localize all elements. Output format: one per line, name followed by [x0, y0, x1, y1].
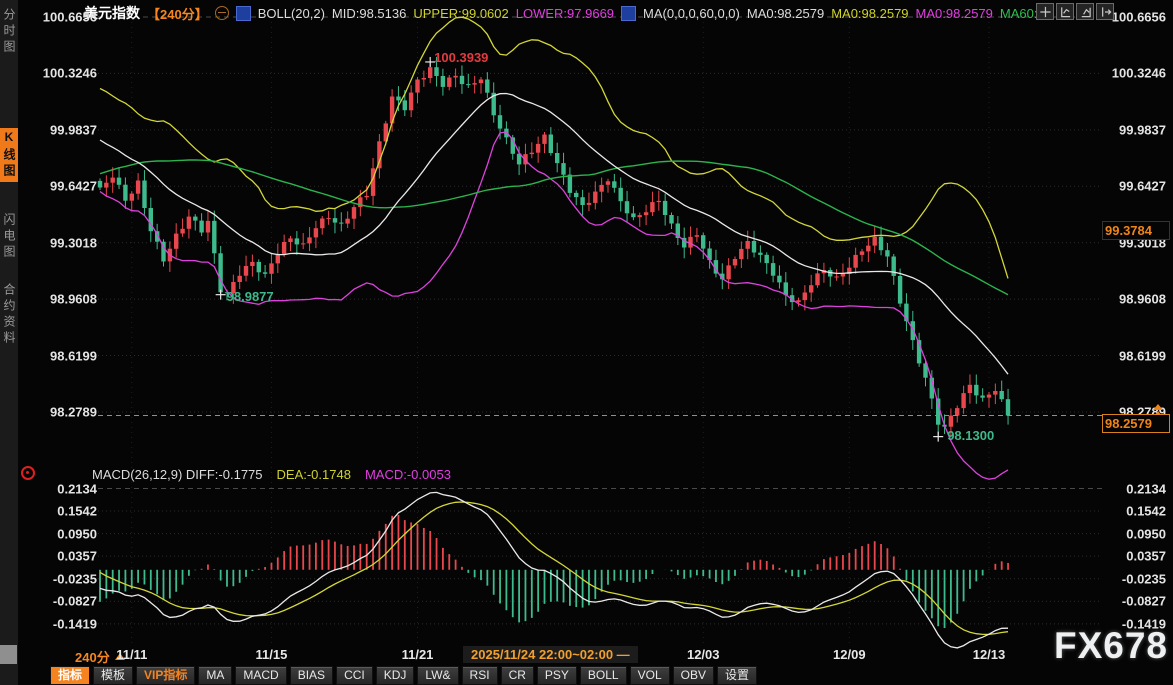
boll-upper-value: UPPER:99.0602 [413, 6, 508, 21]
indicator-toolbar: 指标模板VIP指标MAMACDBIASCCIKDJLW&RSICRPSYBOLL… [50, 666, 757, 685]
toolbar-button-VOL[interactable]: VOL [630, 666, 670, 685]
ma-value-1: MA0:98.2579 [747, 6, 824, 21]
indicator-value-badge: 99.3784 [1102, 221, 1170, 240]
x-axis-date: 12/09 [833, 647, 866, 662]
axis-label: 98.6199 [27, 348, 97, 363]
axis-label: 0.0950 [1096, 526, 1166, 541]
toolbar-button-OBV[interactable]: OBV [673, 666, 714, 685]
axis-label: 0.0357 [1096, 549, 1166, 564]
boll-name: BOLL(20,2) [258, 6, 325, 21]
axis-label: -0.1419 [27, 616, 97, 631]
toolbar-button-VIP指标[interactable]: VIP指标 [136, 666, 195, 685]
chart-toolbar-icons [1036, 3, 1114, 20]
toolbar-button-BOLL[interactable]: BOLL [580, 666, 627, 685]
macd-dea-value: DEA:-0.1748 [277, 467, 351, 482]
period-tag[interactable]: 【240分】 [147, 4, 208, 23]
macd-macd-value: MACD:-0.0053 [365, 467, 451, 482]
toolbar-button-MACD[interactable]: MACD [235, 666, 286, 685]
low-price-label-right: 98.1300 [947, 428, 994, 443]
pan-right-icon[interactable] [1096, 3, 1114, 20]
sidebar: 分时图 K线图闪电图合约资料 [0, 0, 18, 685]
x-axis-date: 11/21 [402, 647, 434, 662]
sidebar-scroll-thumb[interactable] [0, 645, 17, 664]
axis-label: 0.0950 [27, 526, 97, 541]
boll-mid-value: MID:98.5136 [332, 6, 406, 21]
axis-label: -0.1419 [1096, 616, 1166, 631]
boll-lower-value: LOWER:97.9669 [516, 6, 614, 21]
axis-label: 99.6427 [1096, 179, 1166, 194]
toolbar-button-MA[interactable]: MA [198, 666, 232, 685]
axis-label: 99.6427 [27, 179, 97, 194]
axis-label: 98.9608 [1096, 292, 1166, 307]
axis-label: 99.9837 [1096, 122, 1166, 137]
toolbar-button-CCI[interactable]: CCI [336, 666, 373, 685]
axis-scale-right-icon[interactable] [1076, 3, 1094, 20]
current-price-badge: 98.2579 [1102, 414, 1170, 433]
x-axis-date: 12/13 [973, 647, 1006, 662]
x-axis-date: 11/11 [116, 647, 147, 662]
sidebar-tab-4[interactable]: 合约资料 [0, 281, 18, 349]
axis-label: 0.1542 [27, 504, 97, 519]
toolbar-button-CR[interactable]: CR [501, 666, 534, 685]
crosshair-date-label: 2025/11/24 22:00~02:00 — [463, 646, 638, 663]
axis-label: 0.2134 [27, 481, 97, 496]
toolbar-button-PSY[interactable]: PSY [537, 666, 577, 685]
axis-label: 100.3246 [27, 66, 97, 81]
ma-values: MA0:98.2579MA0:98.2579MA0:98.2579MA60:9 [747, 6, 1045, 21]
candlestick-chart[interactable] [0, 0, 1173, 685]
macd-live-icon [21, 466, 35, 480]
macd-main-value: MACD(26,12,9) DIFF:-0.1775 [92, 467, 263, 482]
axis-label: -0.0827 [1096, 594, 1166, 609]
axis-label: 100.3246 [1096, 66, 1166, 81]
ma-indicator-icon[interactable] [621, 6, 636, 21]
sidebar-tab-1[interactable]: 分时图 [0, 6, 18, 58]
x-axis-date: 12/03 [687, 647, 720, 662]
toolbar-button-KDJ[interactable]: KDJ [376, 666, 415, 685]
axis-label: -0.0235 [27, 571, 97, 586]
axis-label: 98.9608 [27, 292, 97, 307]
axis-label: 98.6199 [1096, 348, 1166, 363]
toolbar-button-BIAS[interactable]: BIAS [290, 666, 333, 685]
x-axis-date: 11/15 [256, 647, 288, 662]
axis-label: 99.9837 [27, 122, 97, 137]
axis-label: 0.2134 [1096, 481, 1166, 496]
boll-indicator-icon[interactable] [236, 6, 251, 21]
time-axis: 240分 2025/11/24 22:00~02:00 — 11/1111/15… [18, 646, 1173, 665]
axis-label: 98.2789 [27, 404, 97, 419]
toolbar-button-指标[interactable]: 指标 [50, 666, 90, 685]
ma-value-3: MA0:98.2579 [916, 6, 993, 21]
axis-label: -0.0235 [1096, 571, 1166, 586]
low-price-label-left: 98.9877 [227, 289, 274, 304]
axis-label: 99.3018 [27, 235, 97, 250]
axis-label: 100.6656 [27, 10, 97, 25]
chart-header: 美元指数 【240分】 BOLL(20,2) MID:98.5136 UPPER… [84, 3, 1045, 23]
trading-app-window: 分时图 K线图闪电图合约资料 美元指数 【240分】 BOLL(20,2) MID… [0, 0, 1173, 685]
toolbar-button-LW&[interactable]: LW& [417, 666, 458, 685]
ma-value-2: MA0:98.2579 [831, 6, 908, 21]
toolbar-button-模板[interactable]: 模板 [93, 666, 133, 685]
crosshair-move-icon[interactable] [1036, 3, 1054, 20]
toolbar-button-RSI[interactable]: RSI [462, 666, 498, 685]
collapse-indicator-icon[interactable] [215, 6, 229, 20]
high-price-label: 100.3939 [434, 50, 488, 65]
price-scale-arrows-icon[interactable] [1153, 404, 1163, 415]
axis-scale-left-icon[interactable] [1056, 3, 1074, 20]
sidebar-tab-3[interactable]: 闪电图 [0, 211, 18, 263]
sidebar-tab-2[interactable]: K线图 [0, 128, 18, 182]
toolbar-button-设置[interactable]: 设置 [717, 666, 757, 685]
ma-name: MA(0,0,0,60,0,0) [643, 6, 740, 21]
macd-header: MACD(26,12,9) DIFF:-0.1775 DEA:-0.1748 M… [92, 467, 451, 482]
axis-label: -0.0827 [27, 594, 97, 609]
axis-label: 0.0357 [27, 549, 97, 564]
axis-label: 0.1542 [1096, 504, 1166, 519]
